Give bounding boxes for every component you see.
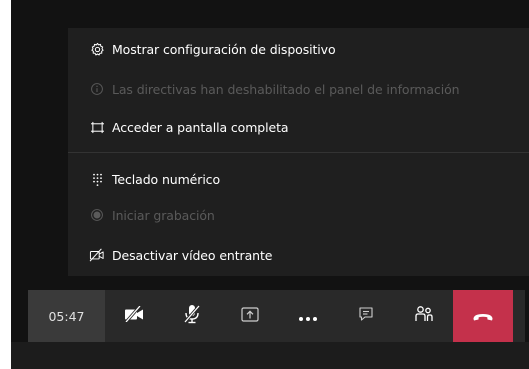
gear-icon xyxy=(89,41,105,57)
share-screen-button[interactable] xyxy=(221,290,279,342)
call-screen: Mostrar configuración de dispositivo Las… xyxy=(11,0,529,369)
menu-item-label: Teclado numérico xyxy=(112,171,221,187)
menu-item-fullscreen[interactable]: Acceder a pantalla completa xyxy=(68,112,529,142)
share-screen-icon xyxy=(241,306,259,327)
hang-up-button[interactable] xyxy=(453,290,513,342)
call-controls-bar: 05:47 xyxy=(28,290,525,342)
call-timer: 05:47 xyxy=(28,290,105,342)
fullscreen-icon xyxy=(89,119,105,135)
menu-item-start-recording: Iniciar grabación xyxy=(68,200,529,230)
chat-icon xyxy=(358,306,374,326)
more-actions-menu: Mostrar configuración de dispositivo Las… xyxy=(68,28,529,276)
menu-item-label: Acceder a pantalla completa xyxy=(112,119,289,135)
bottom-band xyxy=(11,342,529,369)
mic-toggle-button[interactable] xyxy=(163,290,221,342)
menu-item-info-panel: Las directivas han deshabilitado el pane… xyxy=(68,74,529,104)
camera-off-icon xyxy=(124,305,144,326)
info-icon xyxy=(89,81,105,97)
menu-item-label: Iniciar grabación xyxy=(112,207,215,223)
menu-item-label: Mostrar configuración de dispositivo xyxy=(112,41,336,57)
more-actions-button[interactable] xyxy=(279,290,337,342)
chat-button[interactable] xyxy=(337,290,395,342)
menu-item-device-settings[interactable]: Mostrar configuración de dispositivo xyxy=(68,34,529,64)
more-icon xyxy=(298,307,318,326)
participants-icon xyxy=(414,305,434,327)
mic-off-icon xyxy=(183,304,201,328)
menu-item-label: Las directivas han deshabilitado el pane… xyxy=(112,81,460,97)
participants-button[interactable] xyxy=(395,290,453,342)
camera-toggle-button[interactable] xyxy=(105,290,163,342)
hang-up-icon xyxy=(472,307,494,326)
menu-item-label: Desactivar vídeo entrante xyxy=(112,247,273,263)
video-off-icon xyxy=(89,247,105,263)
menu-divider xyxy=(68,152,529,153)
menu-item-incoming-video-off[interactable]: Desactivar vídeo entrante xyxy=(68,240,529,270)
menu-item-dialpad[interactable]: Teclado numérico xyxy=(68,164,529,194)
record-icon xyxy=(89,207,105,223)
dialpad-icon xyxy=(89,171,105,187)
